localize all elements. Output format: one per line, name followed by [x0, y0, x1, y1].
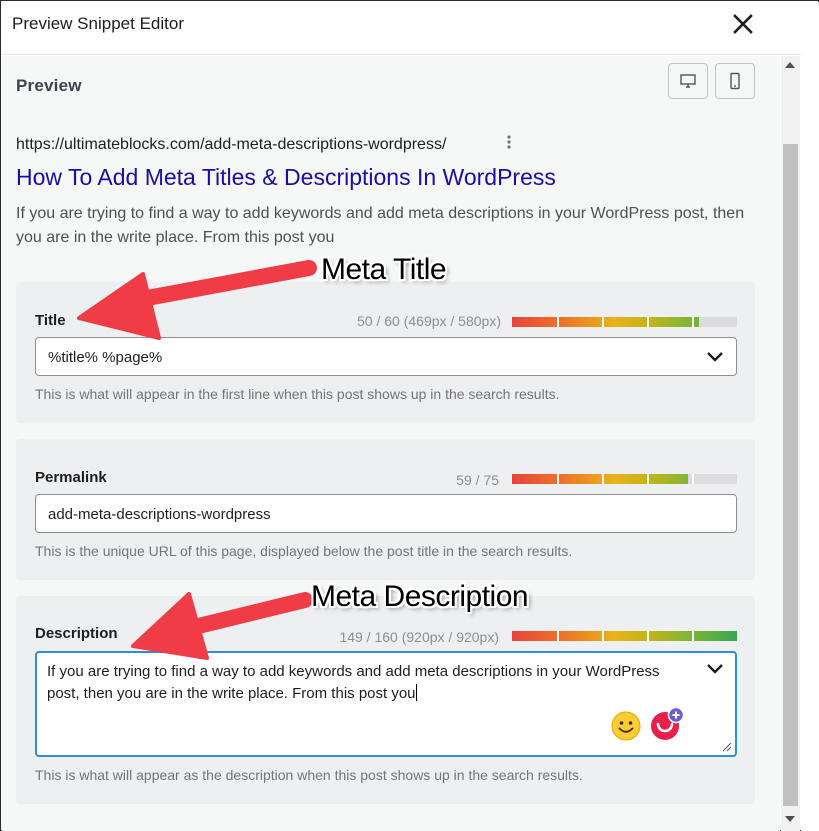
- scroll-down-icon[interactable]: [785, 816, 795, 822]
- dialog-frame: Preview Snippet Editor Preview https://u…: [0, 0, 819, 831]
- meter-segment-gap: [692, 474, 694, 484]
- dialog-body: Preview https://ultimateblocks.com/add-m…: [2, 56, 780, 831]
- title-help-text: This is what will appear in the first li…: [35, 386, 560, 402]
- resize-handle-icon[interactable]: [722, 742, 732, 752]
- window-margin: [801, 2, 819, 831]
- dialog-title: Preview Snippet Editor: [12, 14, 184, 33]
- chevron-down-icon[interactable]: [706, 663, 724, 675]
- description-help-text: This is what will appear as the descript…: [35, 767, 583, 783]
- permalink-help-text: This is the unique URL of this page, dis…: [35, 543, 573, 559]
- mobile-icon: [730, 72, 740, 90]
- meter-segment-gap: [602, 317, 604, 327]
- title-length-meter: [512, 317, 737, 327]
- chevron-down-icon[interactable]: [706, 351, 724, 363]
- meta-title-arrow: [77, 260, 317, 340]
- close-icon: [733, 14, 753, 34]
- serp-url: https://ultimateblocks.com/add-meta-desc…: [16, 136, 447, 153]
- meta-description-annotation: Meta Description: [311, 580, 529, 613]
- emoji-icon[interactable]: [611, 711, 641, 741]
- meter-segment-gap: [692, 317, 694, 327]
- permalink-meter-fill: [512, 474, 688, 484]
- description-textarea-value: If you are trying to find a way to add k…: [47, 661, 677, 705]
- preview-heading: Preview: [16, 76, 82, 95]
- title-meter-fill: [512, 317, 699, 327]
- permalink-input-value: add-meta-descriptions-wordpress: [48, 506, 271, 523]
- more-vertical-icon[interactable]: [506, 134, 512, 150]
- meter-segment-gap: [602, 631, 604, 641]
- meter-segment-gap: [692, 631, 694, 641]
- meter-segment-gap: [557, 317, 559, 327]
- meter-segment-gap: [557, 631, 559, 641]
- grammarly-icon[interactable]: [649, 706, 685, 742]
- title-input-value: %title% %page%: [48, 349, 163, 366]
- desktop-preview-button[interactable]: [668, 63, 708, 99]
- description-length-meter: [512, 631, 737, 641]
- permalink-card: Permalink 59 / 75 add-meta-descriptions-…: [16, 439, 755, 580]
- desktop-icon: [680, 74, 696, 88]
- permalink-length-meter: [512, 474, 737, 484]
- meta-title-annotation: Meta Title: [321, 253, 447, 286]
- title-counter: 50 / 60 (469px / 580px): [357, 313, 501, 329]
- permalink-counter: 59 / 75: [456, 472, 499, 488]
- description-counter: 149 / 160 (920px / 920px): [339, 629, 499, 645]
- serp-title[interactable]: How To Add Meta Titles & Descriptions In…: [16, 164, 556, 191]
- vertical-scrollbar[interactable]: [781, 56, 800, 831]
- permalink-label: Permalink: [35, 469, 107, 486]
- mobile-preview-button[interactable]: [715, 63, 755, 99]
- meter-segment-gap: [557, 474, 559, 484]
- serp-description: If you are trying to find a way to add k…: [16, 205, 745, 246]
- dialog-header: Preview Snippet Editor: [2, 2, 801, 55]
- description-label: Description: [35, 625, 118, 642]
- description-text: If you are trying to find a way to add k…: [47, 663, 660, 702]
- title-label: Title: [35, 312, 66, 329]
- scrollbar-thumb[interactable]: [783, 144, 798, 806]
- text-caret: [415, 684, 417, 701]
- permalink-input[interactable]: add-meta-descriptions-wordpress: [35, 494, 737, 533]
- description-textarea[interactable]: If you are trying to find a way to add k…: [35, 651, 737, 757]
- close-button[interactable]: [729, 10, 757, 38]
- title-input[interactable]: %title% %page%: [35, 337, 737, 376]
- meter-segment-gap: [602, 474, 604, 484]
- meter-segment-gap: [647, 317, 649, 327]
- description-meter-fill: [512, 631, 737, 641]
- scroll-up-icon[interactable]: [785, 62, 795, 68]
- meta-description-arrow: [131, 592, 313, 660]
- meter-segment-gap: [647, 631, 649, 641]
- meter-segment-gap: [647, 474, 649, 484]
